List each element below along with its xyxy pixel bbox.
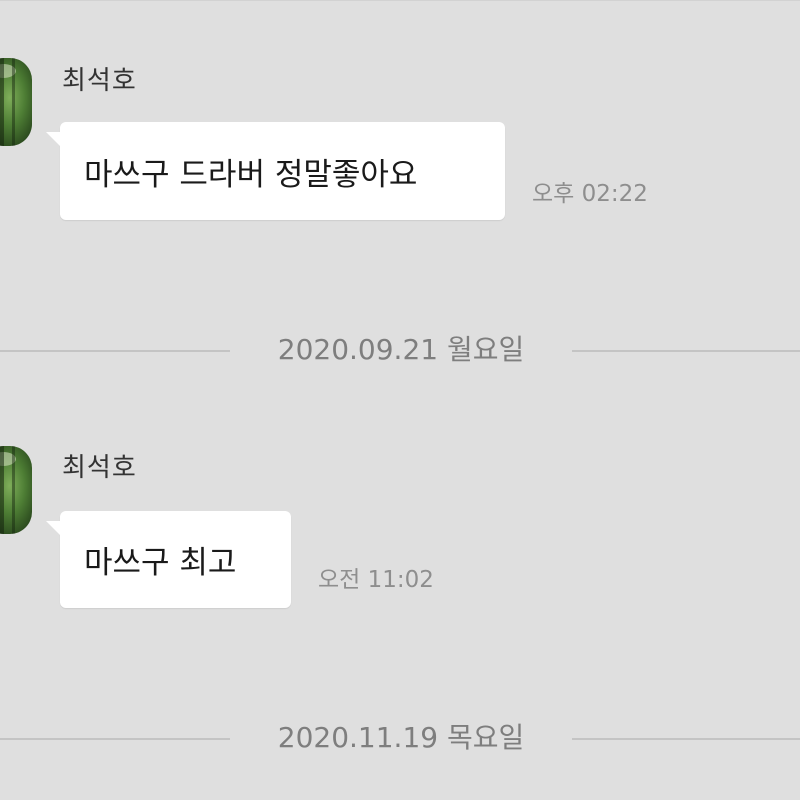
top-divider-line <box>0 0 800 1</box>
message-bubble[interactable]: 마쓰구 드라버 정말좋아요 <box>46 122 505 220</box>
message-bubble[interactable]: 마쓰구 최고 <box>46 511 291 608</box>
message-time: 오전 11:02 <box>318 567 434 593</box>
date-label: 2020.09.21 월요일 <box>277 333 525 366</box>
sender-avatar[interactable] <box>0 58 32 146</box>
divider-line-left <box>0 738 230 740</box>
divider-line-right <box>572 350 800 352</box>
sender-avatar[interactable] <box>0 446 32 534</box>
date-divider: 2020.11.19 목요일 <box>0 718 800 758</box>
date-label: 2020.11.19 목요일 <box>277 721 525 754</box>
date-divider: 2020.09.21 월요일 <box>0 330 800 370</box>
sender-name: 최석호 <box>62 453 137 483</box>
divider-line-right <box>572 738 800 740</box>
avatar-image-trees <box>0 58 32 146</box>
sender-name: 최석호 <box>62 66 137 96</box>
avatar-image-trees <box>0 446 32 534</box>
message-time: 오후 02:22 <box>532 181 648 207</box>
divider-line-left <box>0 350 230 352</box>
